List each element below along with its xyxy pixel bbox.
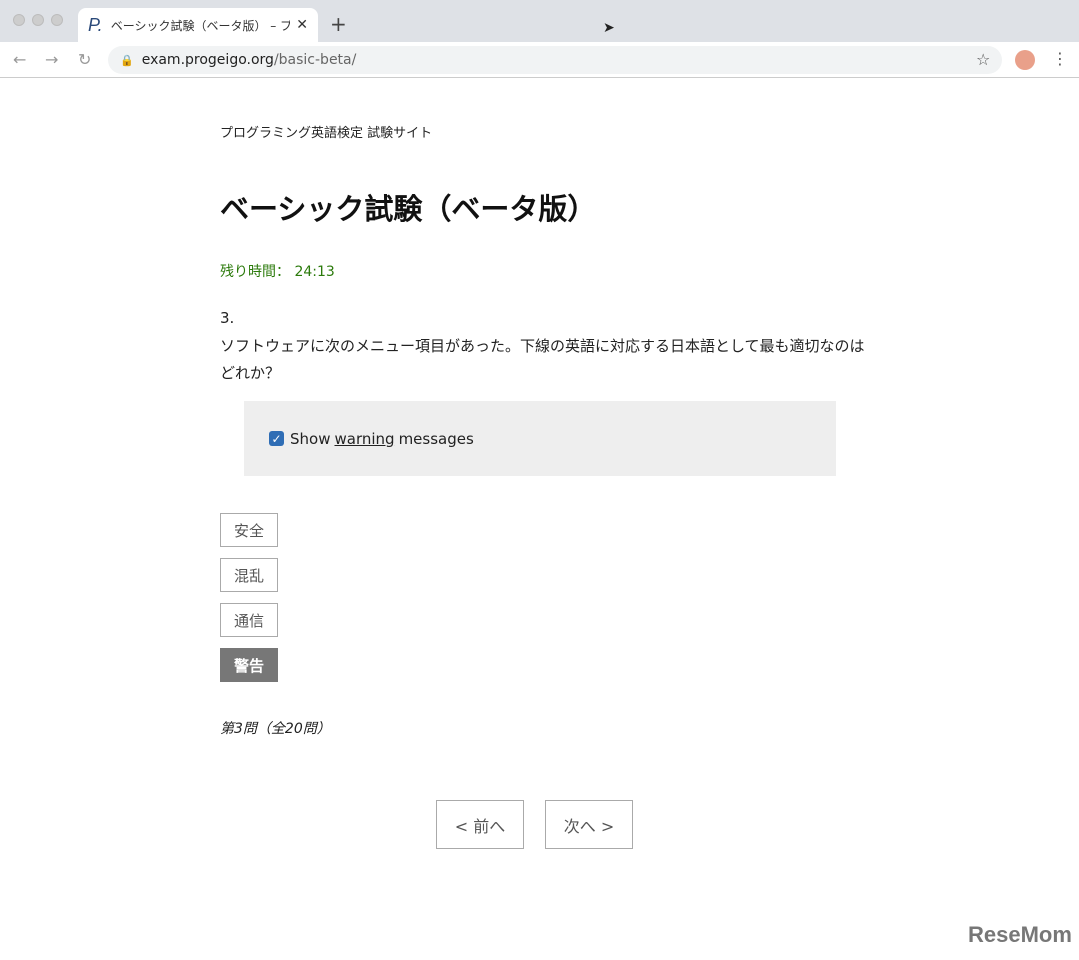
browser-tab[interactable]: P. ベーシック試験（ベータ版） – プログ ✕ [78,8,318,42]
question-number: 3. [220,309,235,327]
profile-avatar[interactable] [1015,50,1035,70]
lock-icon: 🔒 [120,53,134,67]
resemom-watermark-logo: ReseMom [968,922,1072,947]
tab-bar: P. ベーシック試験（ベータ版） – プログ ✕ + ➤ [0,0,1079,42]
example-text: Show [290,429,331,448]
favicon-icon: P. [88,14,103,35]
remaining-time: 残り時間： 24:13 [220,261,335,281]
page-title: ベーシック試験（ベータ版） [220,192,597,226]
address-bar[interactable]: 🔒 exam.progeigo.org/basic-beta/ [108,46,1002,74]
window-controls[interactable] [13,14,63,26]
back-icon[interactable]: ← [13,50,26,69]
next-button[interactable]: 次へ > [545,800,633,849]
question-progress: 第3問（全20問） [220,721,331,737]
new-tab-button[interactable]: + [330,12,347,36]
example-menu-item: ✓ Show warning messages [244,401,836,476]
forward-icon[interactable]: → [45,50,58,69]
choice-button-selected[interactable]: 警告 [220,648,278,682]
question-text: ソフトウェアに次のメニュー項目があった。下線の英語に対応する日本語として最も適切… [220,337,865,382]
tab-title: ベーシック試験（ベータ版） – プログ [110,18,291,33]
reload-icon[interactable]: ↻ [78,50,91,69]
menu-icon[interactable]: ⋮ [1052,49,1068,68]
site-name: プログラミング英語検定 試験サイト [220,126,433,141]
choice-button[interactable]: 通信 [220,603,278,637]
close-tab-icon[interactable]: ✕ [296,17,308,33]
bookmark-star-icon[interactable]: ☆ [976,50,990,69]
checkbox-checked-icon: ✓ [269,431,284,446]
url-host: exam.progeigo.org [141,52,274,68]
mouse-cursor-icon: ➤ [603,20,615,36]
timer-value: 24:13 [294,264,335,280]
prev-button[interactable]: < 前へ [436,800,524,849]
url-path: /basic-beta/ [273,52,357,68]
browser-toolbar: ← → ↻ 🔒 exam.progeigo.org/basic-beta/ ☆ … [0,42,1079,78]
choice-button[interactable]: 混乱 [220,558,278,592]
example-text: messages [398,429,474,448]
choice-button[interactable]: 安全 [220,513,278,547]
timer-label: 残り時間： [220,264,290,280]
underlined-word: warning [334,429,395,448]
